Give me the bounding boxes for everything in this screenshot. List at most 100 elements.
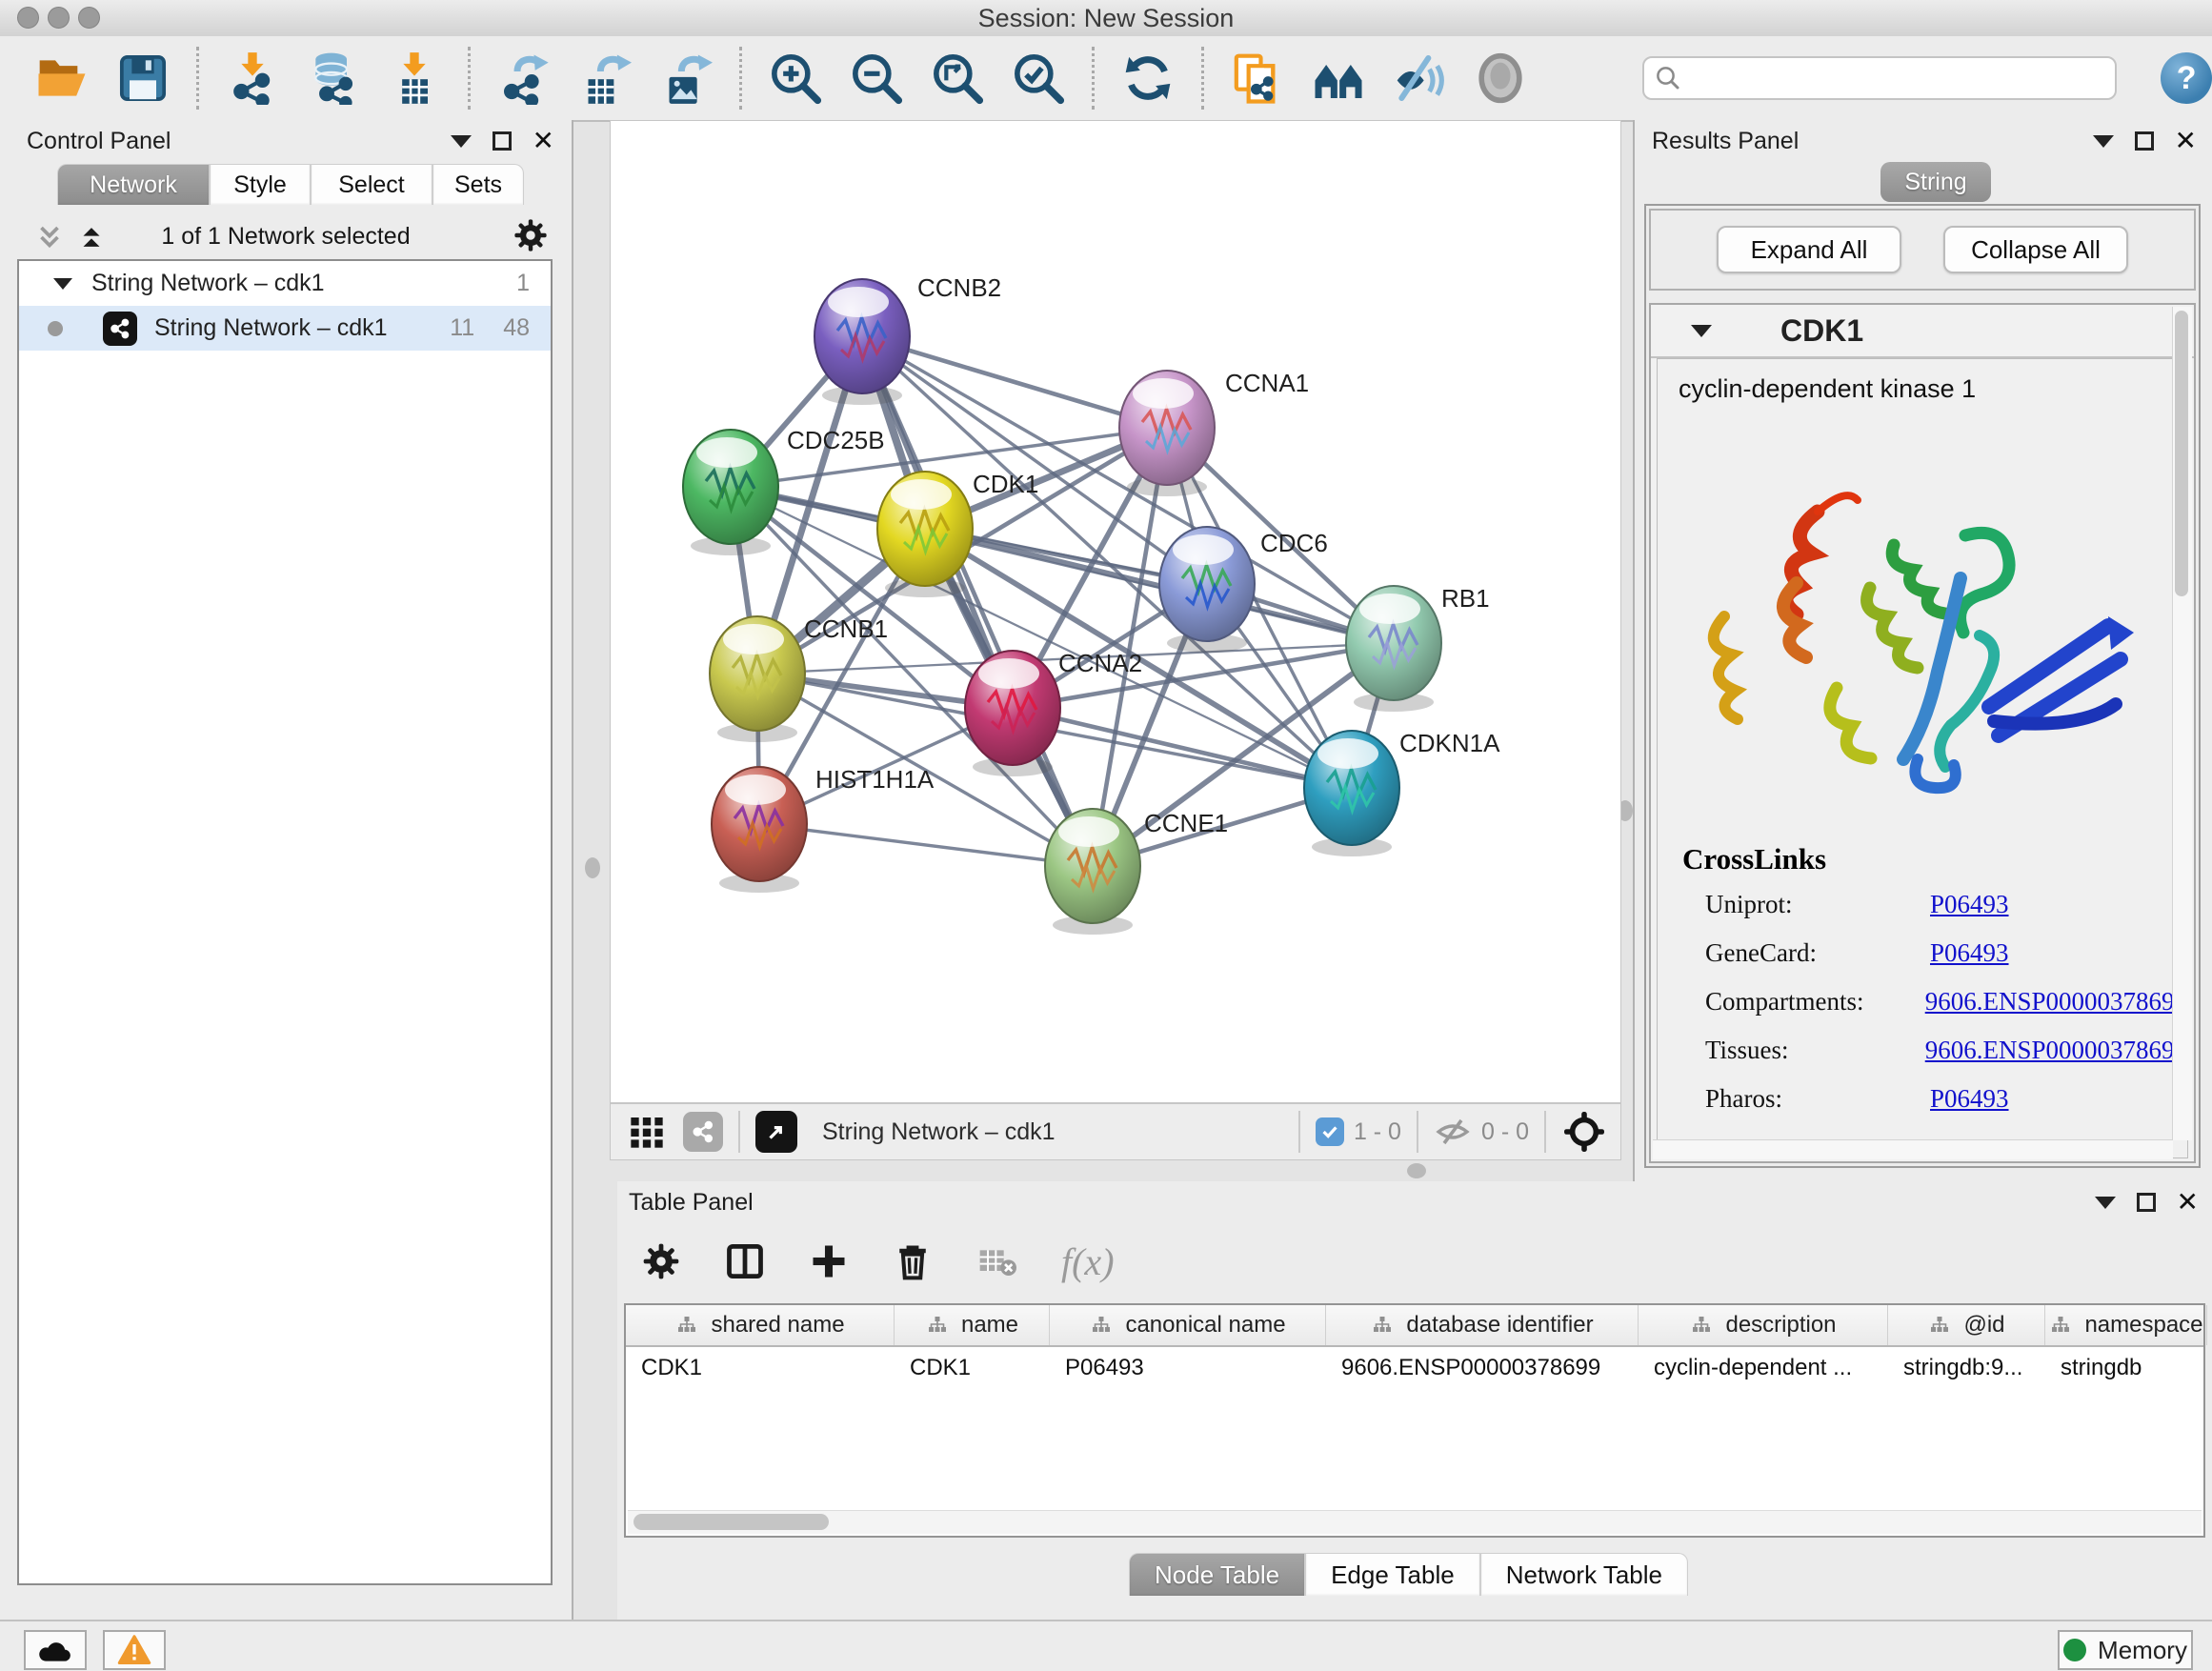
column-header-description[interactable]: description [1639,1305,1888,1345]
collapse-all-button[interactable]: Collapse All [1943,226,2128,273]
zoom-selected-button[interactable] [1011,50,1066,106]
fit-content-crosshair-icon[interactable] [1561,1109,1607,1155]
first-neighbors-button[interactable] [1311,50,1366,106]
column-header-name[interactable]: name [895,1305,1050,1345]
vertical-splitter-handle[interactable] [585,857,600,878]
show-all-button[interactable] [1473,50,1528,106]
cloud-status-button[interactable] [24,1630,87,1670]
memory-button[interactable]: Memory [2058,1630,2193,1670]
help-button[interactable]: ? [2161,52,2212,104]
export-table-button[interactable] [577,50,633,106]
toolbar-separator [1201,47,1204,110]
table-horizontal-scrollbar[interactable] [628,1510,2202,1534]
tab-string[interactable]: String [1880,162,1991,202]
table-row[interactable]: CDK1CDK1P064939606.ENSP00000378699cyclin… [626,1347,2203,1389]
delete-table-icon[interactable] [975,1242,1019,1280]
tab-select[interactable]: Select [311,164,432,205]
crosslink-link[interactable]: P06493 [1930,1084,2009,1114]
column-header-database-identifier[interactable]: database identifier [1326,1305,1639,1345]
tab-edge-table[interactable]: Edge Table [1305,1553,1480,1596]
string-results-scroll-area[interactable]: CDK1 cyclin-dependent kinase 1 [1649,303,2196,1163]
selected-count-checkbox-icon[interactable] [1316,1117,1344,1146]
float-panel-icon[interactable] [2135,131,2154,151]
apply-layout-button[interactable] [1120,50,1176,106]
tab-network-table[interactable]: Network Table [1480,1553,1688,1596]
network-view-canvas[interactable]: CCNB2CCNA1CDC25BCDK1CDC6RB1CCNB1CCNA2CDK… [610,120,1621,1103]
zoom-fit-button[interactable] [930,50,985,106]
results-vertical-scrollbar[interactable] [2172,307,2192,1140]
edge-HIST1H1A-CCNE1[interactable] [759,824,1093,866]
import-network-database-button[interactable] [306,50,361,106]
hide-selected-button[interactable] [1392,50,1447,106]
table-cell[interactable]: CDK1 [626,1347,895,1389]
node-CDKN1A[interactable] [1304,731,1399,856]
network-collection-row[interactable]: String Network – cdk1 1 [19,261,551,306]
float-panel-icon[interactable] [493,131,512,151]
tab-node-table[interactable]: Node Table [1129,1553,1305,1596]
tab-sets[interactable]: Sets [432,164,524,205]
copy-network-button[interactable] [1230,50,1285,106]
delete-column-trash-icon[interactable] [892,1240,934,1282]
gene-section-header[interactable]: CDK1 [1651,305,2194,358]
tab-label: Style [233,171,287,199]
close-panel-icon[interactable]: ✕ [533,131,554,151]
table-cell[interactable]: stringdb:9... [1888,1347,2045,1389]
crosslink-link[interactable]: 9606.ENSP00000378699 [1925,987,2187,1017]
node-table[interactable]: shared namenamecanonical namedatabase id… [624,1303,2205,1538]
node-CCNB2[interactable] [814,279,910,405]
table-cell[interactable]: cyclin-dependent ... [1639,1347,1888,1389]
detach-view-button[interactable] [755,1111,797,1153]
search-input[interactable] [1682,59,2115,97]
horizontal-splitter-handle[interactable] [1407,1163,1426,1178]
open-session-button[interactable] [34,50,90,106]
column-header-canonical-name[interactable]: canonical name [1050,1305,1326,1345]
panel-menu-icon[interactable] [2093,135,2114,148]
birdseye-grid-icon[interactable] [628,1113,666,1151]
node-HIST1H1A[interactable] [712,767,807,893]
zoom-out-button[interactable] [849,50,904,106]
table-cell[interactable]: CDK1 [895,1347,1050,1389]
table-cell[interactable]: 9606.ENSP00000378699 [1326,1347,1639,1389]
show-columns-icon[interactable] [724,1240,766,1282]
toolbar-search-field[interactable] [1642,56,2117,100]
zoom-in-button[interactable] [768,50,823,106]
node-RB1[interactable] [1346,586,1441,712]
network-options-gear-icon[interactable] [513,217,549,253]
node-CDC25B[interactable] [683,430,778,555]
edge-CCNA2-CDKN1A[interactable] [1013,708,1352,788]
close-panel-icon[interactable]: ✕ [2177,1193,2199,1212]
node-CCNB1[interactable] [710,616,805,742]
import-table-file-button[interactable] [387,50,442,106]
panel-menu-icon[interactable] [2095,1197,2116,1209]
network-row-selected[interactable]: String Network – cdk1 11 48 [19,306,551,351]
tab-network[interactable]: Network [57,164,210,205]
export-network-button[interactable] [496,50,552,106]
network-overview-icon[interactable] [683,1112,723,1152]
crosslink-link[interactable]: P06493 [1930,890,2009,919]
panel-menu-icon[interactable] [451,135,472,148]
column-header-namespace[interactable]: namespace [2045,1305,2207,1345]
collection-expand-icon[interactable] [53,278,72,290]
column-header--id[interactable]: @id [1888,1305,2045,1345]
float-panel-icon[interactable] [2137,1193,2156,1212]
import-network-file-button[interactable] [225,50,280,106]
warnings-button[interactable] [103,1630,166,1670]
close-panel-icon[interactable]: ✕ [2175,131,2197,151]
function-builder-icon[interactable]: f(x) [1061,1239,1115,1284]
table-cell[interactable]: stringdb [2045,1347,2207,1389]
crosslink-link[interactable]: P06493 [1930,938,2009,968]
node-CCNA1[interactable] [1119,371,1215,496]
add-column-icon[interactable] [808,1240,850,1282]
results-horizontal-scrollbar[interactable] [1653,1139,2173,1159]
gene-collapse-icon[interactable] [1691,325,1712,337]
export-image-button[interactable] [658,50,714,106]
table-cell[interactable]: P06493 [1050,1347,1326,1389]
hidden-eye-slash-icon[interactable] [1434,1115,1472,1149]
column-header-shared-name[interactable]: shared name [626,1305,895,1345]
expand-all-button[interactable]: Expand All [1717,226,1901,273]
save-session-button[interactable] [115,50,171,106]
crosslink-link[interactable]: 9606.ENSP00000378699 [1925,1036,2187,1065]
table-options-gear-icon[interactable] [640,1240,682,1282]
node-CCNE1[interactable] [1045,809,1140,935]
tab-style[interactable]: Style [210,164,311,205]
